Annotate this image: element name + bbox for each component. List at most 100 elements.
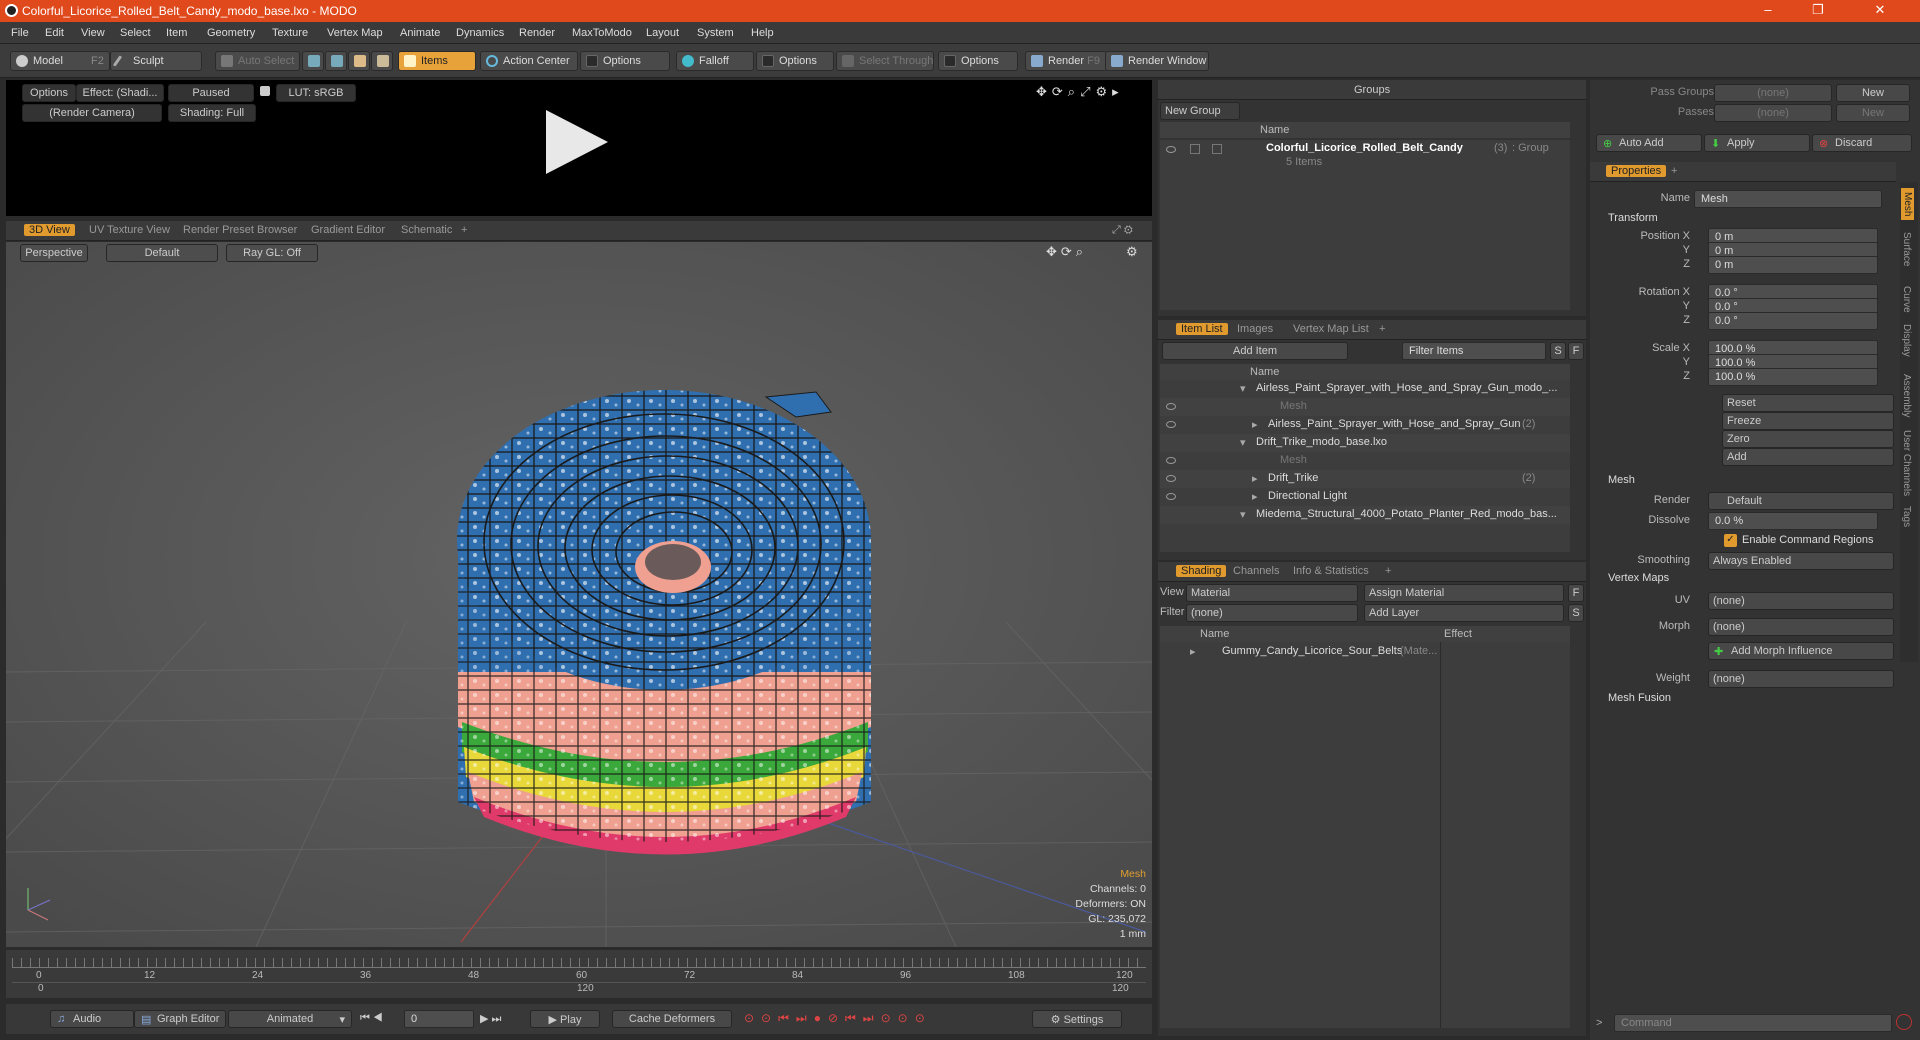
timeline-ruler[interactable] bbox=[12, 958, 1146, 968]
falloff-options-button[interactable]: Options bbox=[756, 51, 834, 71]
render-dropdown[interactable]: Default bbox=[1708, 492, 1894, 510]
eye-icon[interactable] bbox=[1166, 457, 1176, 464]
position-z-field[interactable]: 0 m bbox=[1708, 256, 1878, 274]
command-stop-icon[interactable] bbox=[1896, 1014, 1912, 1030]
passes-dropdown[interactable]: (none) bbox=[1714, 104, 1832, 122]
model-mode-button[interactable]: Model F2 bbox=[10, 51, 110, 71]
viewport-nav-icons[interactable]: ✥⟳⌕ bbox=[1046, 244, 1087, 260]
menu-view[interactable]: View bbox=[81, 27, 105, 39]
expand-arrow-icon[interactable]: ▾ bbox=[1240, 436, 1246, 449]
item-name-field[interactable]: Mesh bbox=[1694, 190, 1882, 208]
maximize-button[interactable]: ❐ bbox=[1798, 2, 1838, 18]
pass-groups-dropdown[interactable]: (none) bbox=[1714, 84, 1832, 102]
new-pass-button[interactable]: New bbox=[1836, 104, 1910, 122]
cache-deformers-button[interactable]: Cache Deformers bbox=[612, 1010, 732, 1028]
assign-material-dropdown[interactable]: Assign Material bbox=[1364, 584, 1564, 602]
select-through-button[interactable]: Select Through bbox=[836, 51, 934, 71]
eye-icon[interactable] bbox=[1166, 475, 1176, 482]
item-list-tree[interactable]: ▾ Airless_Paint_Sprayer_with_Hose_and_Spr… bbox=[1160, 380, 1570, 552]
eye-icon[interactable] bbox=[1166, 146, 1176, 153]
add-layer-dropdown[interactable]: Add Layer bbox=[1364, 604, 1564, 622]
reset-dropdown[interactable]: Reset bbox=[1722, 394, 1894, 412]
mesh-section[interactable]: Mesh bbox=[1608, 474, 1635, 486]
action-center-button[interactable]: Action Center bbox=[480, 51, 578, 71]
side-tab-user-channels[interactable]: User Channels bbox=[1901, 430, 1912, 496]
expand-arrow-icon[interactable]: ▸ bbox=[1252, 490, 1258, 503]
menu-dynamics[interactable]: Dynamics bbox=[456, 27, 504, 39]
f-button[interactable]: F bbox=[1568, 584, 1584, 602]
tab-item-list[interactable]: Item List bbox=[1176, 323, 1228, 335]
vertices-mode-button[interactable] bbox=[302, 51, 324, 71]
render-button[interactable]: Render F9 bbox=[1025, 51, 1107, 71]
morph-dropdown[interactable]: (none) bbox=[1708, 618, 1894, 636]
close-button[interactable]: ✕ bbox=[1860, 2, 1900, 18]
effect-dropdown[interactable]: Effect: (Shadi... bbox=[76, 84, 164, 102]
viewport-expand-icon[interactable]: ⤢ ⚙ bbox=[1112, 224, 1133, 237]
tab-vertex-map-list[interactable]: Vertex Map List bbox=[1288, 323, 1374, 335]
menu-animate[interactable]: Animate bbox=[400, 27, 440, 39]
items-mode-button[interactable]: Items bbox=[398, 51, 476, 71]
s-button[interactable]: S bbox=[1550, 342, 1566, 360]
perspective-dropdown[interactable]: Perspective bbox=[20, 244, 88, 262]
item-list-row[interactable]: ▾ Drift_Trike_modo_base.lxo bbox=[1160, 434, 1570, 452]
side-tab-surface[interactable]: Surface bbox=[1901, 232, 1912, 266]
falloff-button[interactable]: Falloff bbox=[676, 51, 754, 71]
filter-items-field[interactable]: Filter Items bbox=[1402, 342, 1546, 360]
item-list-row[interactable]: Mesh bbox=[1160, 452, 1570, 470]
render-window-button[interactable]: Render Window bbox=[1105, 51, 1209, 71]
mesh-fusion-section[interactable]: Mesh Fusion bbox=[1608, 692, 1671, 704]
forward-controls[interactable]: ▶⏭ bbox=[480, 1012, 504, 1026]
apply-button[interactable]: ⬇ Apply bbox=[1704, 134, 1810, 152]
materials-mode-button[interactable] bbox=[371, 51, 393, 71]
lut-dropdown[interactable]: LUT: sRGB bbox=[276, 84, 356, 102]
tab-properties[interactable]: Properties bbox=[1606, 165, 1667, 177]
expand-arrow-icon[interactable]: ▸ bbox=[1190, 645, 1196, 658]
expand-arrow-icon[interactable]: ▾ bbox=[1240, 508, 1246, 521]
smoothing-dropdown[interactable]: Always Enabled bbox=[1708, 552, 1894, 570]
sculpt-mode-button[interactable]: Sculpt bbox=[110, 51, 202, 71]
viewport-settings-icon[interactable]: ⚙ bbox=[1126, 244, 1138, 260]
raygl-dropdown[interactable]: Ray GL: Off bbox=[226, 244, 318, 262]
shading-dropdown[interactable]: Shading: Full bbox=[168, 104, 256, 122]
tab-schematic[interactable]: Schematic bbox=[396, 224, 457, 236]
tab-channels[interactable]: Channels bbox=[1228, 565, 1284, 577]
s-button[interactable]: S bbox=[1568, 604, 1584, 622]
preview-options-button[interactable]: Options bbox=[22, 84, 76, 102]
minimize-button[interactable]: – bbox=[1748, 2, 1788, 17]
shading-tree[interactable]: ▸ Gummy_Candy_Licorice_Sour_Belts (Mate.… bbox=[1160, 642, 1570, 1028]
menu-vertex-map[interactable]: Vertex Map bbox=[327, 27, 383, 39]
add-item-dropdown[interactable]: Add Item bbox=[1162, 342, 1348, 360]
expand-arrow-icon[interactable]: ▸ bbox=[1252, 418, 1258, 431]
render-camera-dropdown[interactable]: (Render Camera) bbox=[22, 104, 162, 122]
auto-add-button[interactable]: ⊕ Auto Add bbox=[1596, 134, 1702, 152]
add-dropdown[interactable]: Add bbox=[1722, 448, 1894, 466]
tab-uv-texture-view[interactable]: UV Texture View bbox=[84, 224, 175, 236]
graph-editor-button[interactable]: ▤ Graph Editor bbox=[134, 1010, 226, 1028]
material-item[interactable]: Gummy_Candy_Licorice_Sour_Belts bbox=[1222, 645, 1402, 657]
menu-layout[interactable]: Layout bbox=[646, 27, 679, 39]
menu-file[interactable]: File bbox=[11, 27, 29, 39]
menu-maxtomodo[interactable]: MaxToModo bbox=[572, 27, 632, 39]
vertex-maps-section[interactable]: Vertex Maps bbox=[1608, 572, 1669, 584]
group-item-name[interactable]: Colorful_Licorice_Rolled_Belt_Candy bbox=[1266, 142, 1463, 154]
view-material-dropdown[interactable]: Material bbox=[1186, 584, 1358, 602]
item-list-row[interactable]: ▾ Miedema_Structural_4000_Potato_Planter_… bbox=[1160, 506, 1570, 524]
side-tab-tags[interactable]: Tags bbox=[1901, 506, 1912, 527]
item-list-row[interactable]: ▸ Directional Light bbox=[1160, 488, 1570, 506]
side-tab-display[interactable]: Display bbox=[1901, 324, 1912, 357]
lock-icon[interactable] bbox=[260, 86, 270, 96]
auto-select-button[interactable]: Auto Select bbox=[215, 51, 300, 71]
item-list-row[interactable]: ▸ Drift_Trike (2) bbox=[1160, 470, 1570, 488]
add-tab-button[interactable]: + bbox=[1380, 565, 1396, 577]
item-list-row[interactable]: ▸ Airless_Paint_Sprayer_with_Hose_and_Spr… bbox=[1160, 416, 1570, 434]
tab-3d-view[interactable]: 3D View bbox=[24, 224, 75, 236]
select-checkbox[interactable] bbox=[1212, 144, 1222, 154]
scale-z-field[interactable]: 100.0 % bbox=[1708, 368, 1878, 386]
current-frame-field[interactable]: 0 bbox=[404, 1010, 474, 1028]
transform-section[interactable]: Transform bbox=[1608, 212, 1658, 224]
item-list-row[interactable]: ▾ Airless_Paint_Sprayer_with_Hose_and_Spr… bbox=[1160, 380, 1570, 398]
weight-dropdown[interactable]: (none) bbox=[1708, 670, 1894, 688]
rewind-controls[interactable]: ⏮◀ bbox=[360, 1012, 386, 1025]
side-tab-mesh[interactable]: Mesh bbox=[1901, 188, 1914, 221]
new-group-button[interactable]: New Group bbox=[1160, 102, 1240, 120]
